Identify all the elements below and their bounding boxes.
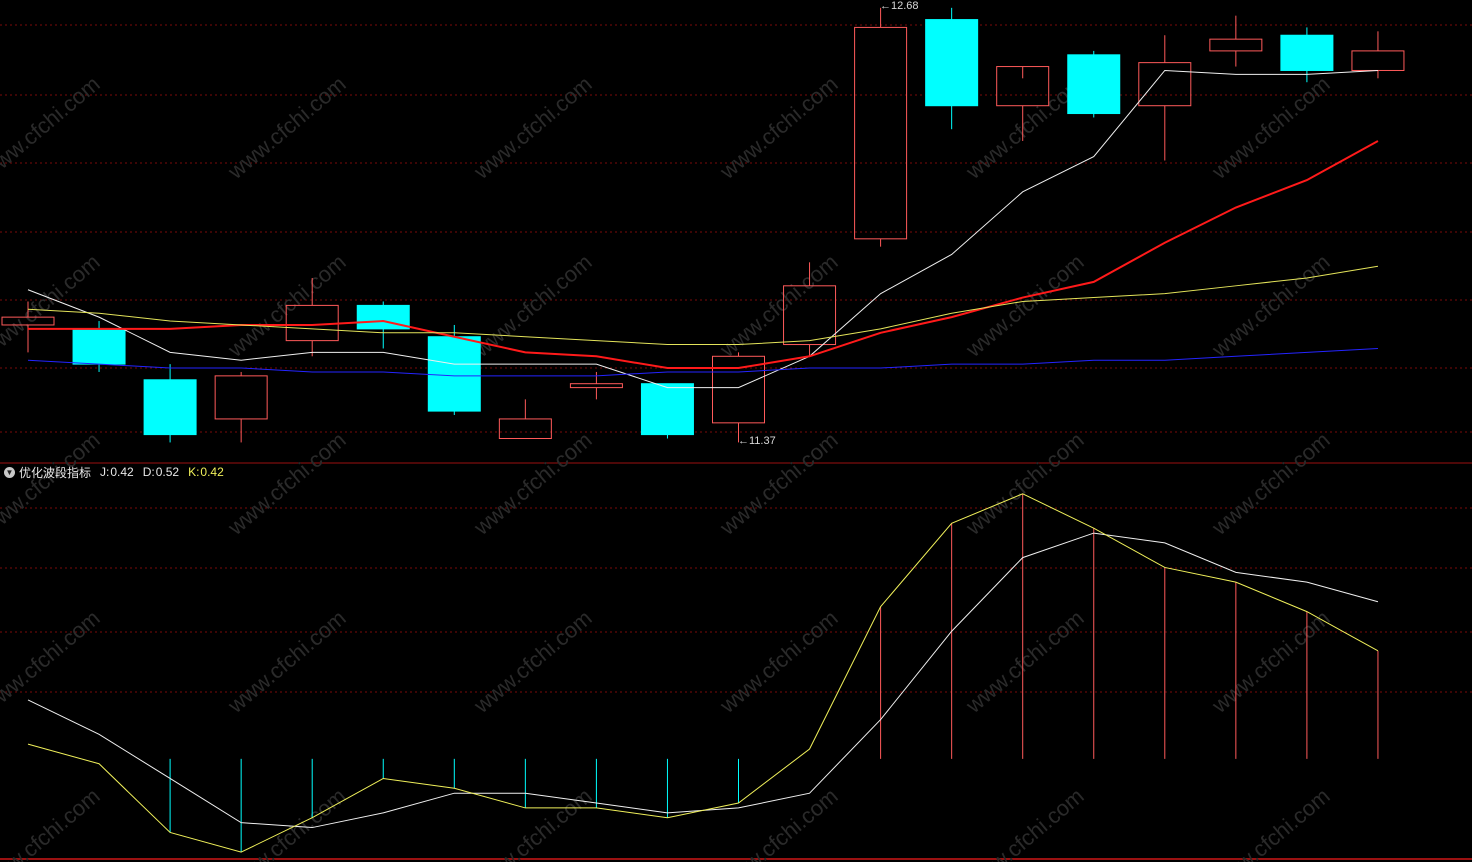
watermark-text: www.cfchi.com: [960, 249, 1088, 362]
watermark-text: www.cfchi.com: [714, 249, 842, 362]
indicator-name[interactable]: 优化波段指标: [19, 464, 91, 481]
watermark-text: www.cfchi.com: [1206, 427, 1334, 540]
watermark-text: www.cfchi.com: [0, 427, 105, 540]
watermark-text: www.cfchi.com: [0, 783, 105, 862]
candle-body: [1209, 38, 1263, 52]
watermark-text: www.cfchi.com: [468, 605, 596, 718]
candle-body: [854, 26, 908, 240]
chart-canvas: www.cfchi.com www.cfchi.com www.cfchi.com w…: [0, 7, 1472, 862]
candle-body: [498, 418, 552, 440]
watermark-text: www.cfchi.com: [714, 783, 842, 862]
candle-body: [1351, 50, 1405, 71]
watermark-text: www.cfchi.com: [222, 427, 350, 540]
ma-line-yellow: [27, 265, 1379, 346]
d-value: 0.52: [155, 465, 180, 479]
ma-line-red: [28, 140, 1379, 370]
indicator-line-white: [27, 532, 1379, 829]
candle-body: [72, 328, 126, 365]
watermark-text: www.cfchi.com: [960, 427, 1088, 540]
j-value: 0.42: [110, 465, 134, 479]
candle-body: [1138, 62, 1192, 107]
low-arrow-icon: ←: [738, 435, 749, 447]
candle-body: [427, 336, 481, 412]
watermark-text: www.cfchi.com: [1206, 249, 1334, 362]
high-price-label: ←12.68: [880, 0, 919, 12]
watermark-text: www.cfchi.com: [222, 71, 350, 184]
watermark-text: www.cfchi.com: [468, 427, 596, 540]
candle-body: [143, 379, 197, 436]
watermark-text: www.cfchi.com: [714, 71, 842, 184]
watermark-text: www.cfchi.com: [960, 605, 1088, 718]
j-label: J:: [100, 465, 110, 479]
candlestick-series: [1, 7, 1405, 443]
watermark-text: www.cfchi.com: [0, 71, 105, 184]
candle-body: [569, 383, 623, 389]
low-price-label: ←11.37: [738, 435, 776, 447]
candle-body: [925, 19, 979, 107]
candle-body: [1280, 34, 1334, 71]
k-value: 0.42: [200, 465, 224, 479]
candle-body: [1067, 54, 1121, 115]
watermark-text: www.cfchi.com: [222, 605, 350, 718]
watermark-text: www.cfchi.com: [0, 605, 105, 718]
watermark-text: www.cfchi.com: [468, 71, 596, 184]
watermark-text: www.cfchi.com: [468, 249, 596, 362]
candle-body: [712, 355, 765, 424]
watermark-text: www.cfchi.com: [468, 783, 596, 862]
watermark-text: www.cfchi.com: [714, 605, 842, 718]
high-arrow-icon: ←: [880, 0, 891, 12]
chevron-down-icon[interactable]: ▼: [4, 466, 15, 478]
d-label: D:: [142, 465, 155, 479]
candle-body: [640, 383, 694, 436]
watermark-text: www.cfchi.com: [1206, 605, 1334, 718]
watermark-text: www.cfchi.com: [714, 427, 842, 540]
watermark-text: www.cfchi.com: [960, 783, 1088, 862]
k-label: K:: [188, 465, 200, 479]
indicator-lines: [27, 493, 1379, 853]
indicator-legend: ▼ 优化波段指标 J: 0.42 D: 0.52 K: 0.42: [4, 464, 225, 480]
watermark-text: www.cfchi.com: [1206, 783, 1334, 862]
watermark-text: www.cfchi.com: [1206, 71, 1334, 184]
candle-body: [214, 375, 268, 420]
